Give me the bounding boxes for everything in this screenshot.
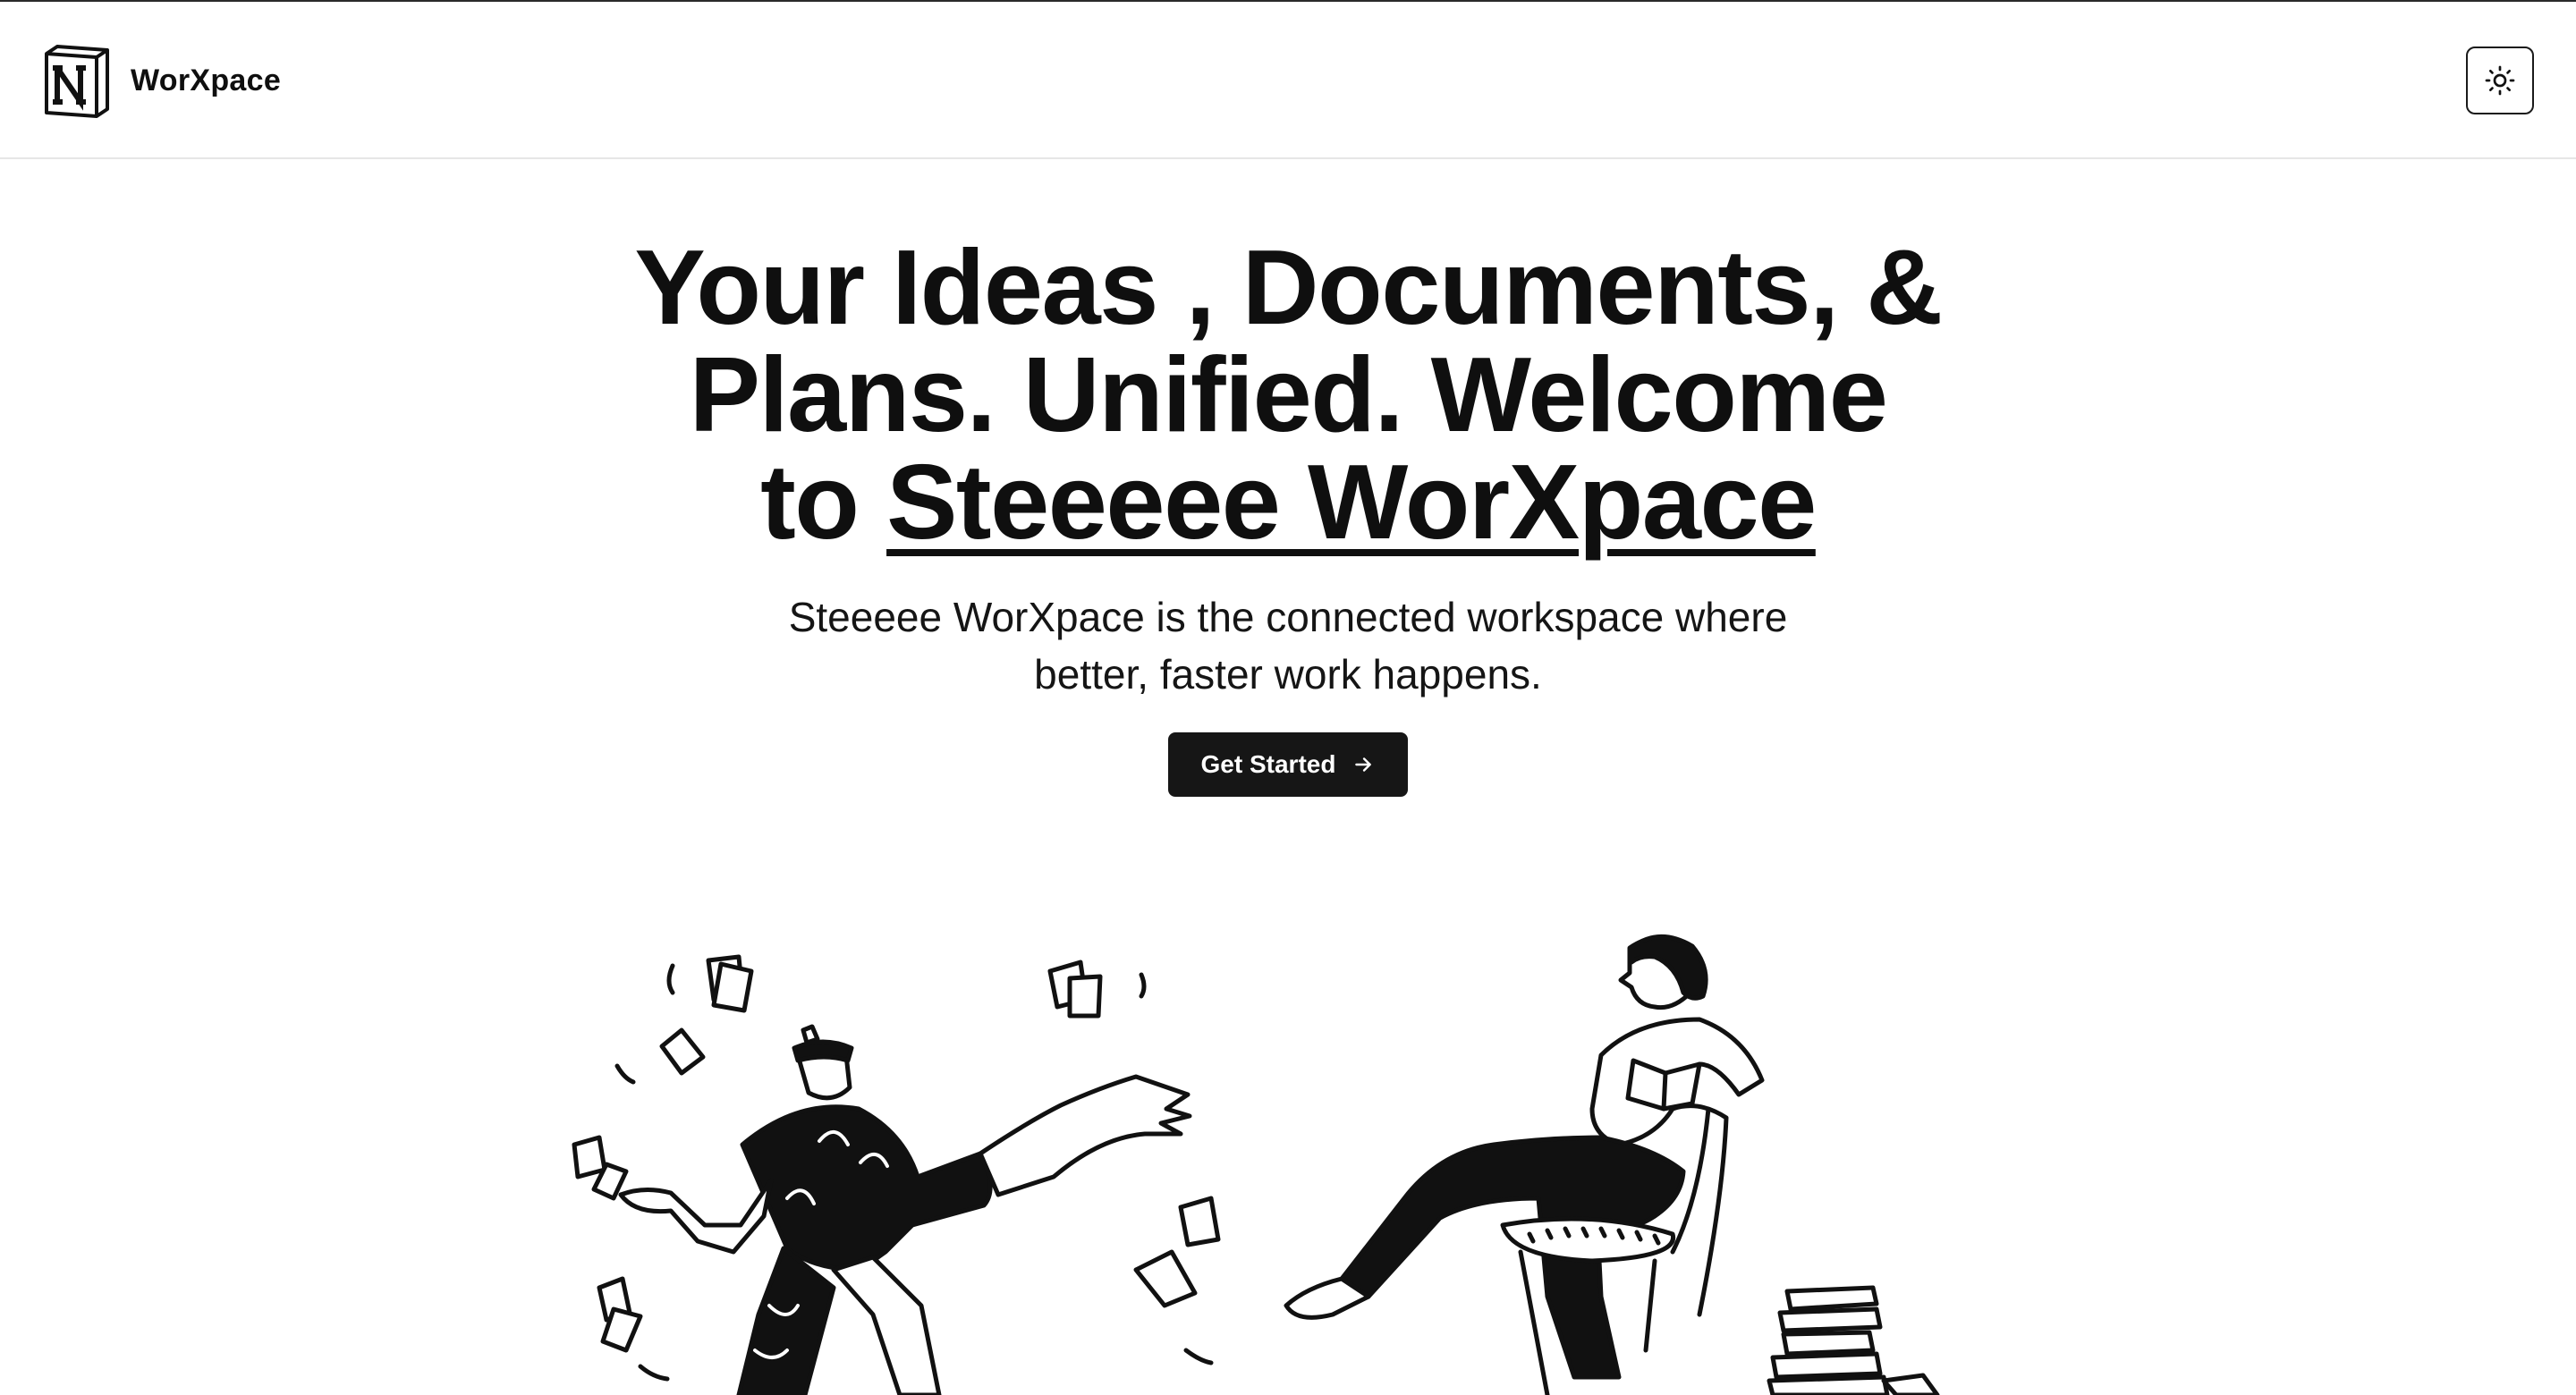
headline-brand: Steeeee WorXpace [886,443,1817,562]
navbar: WorXpace [0,2,2576,159]
person-reading-on-chair-illustration [1284,934,1940,1395]
arrow-right-icon [1355,757,1372,772]
theme-toggle-button[interactable] [2466,46,2534,114]
subheading-line-2: better, faster work happens. [1034,651,1542,698]
get-started-button[interactable]: Get Started [1168,732,1408,797]
brand-name: WorXpace [131,63,282,97]
person-juggling-papers-illustration [572,954,1221,1395]
headline-line-1: Your Ideas , Documents, & [634,228,1943,347]
hero-subheading: Steeeee WorXpace is the connected worksp… [617,588,1959,703]
notion-cube-logo-icon [45,45,109,118]
brand-link[interactable]: WorXpace [41,43,281,118]
headline-line-2: Plans. Unified. Welcome [689,335,1888,454]
subheading-line-1: Steeeee WorXpace is the connected worksp… [788,594,1788,640]
sun-icon [2485,65,2515,96]
headline-prefix: to [760,443,887,562]
get-started-label: Get Started [1200,750,1336,778]
hero-headline: Your Ideas , Documents, & Plans. Unified… [394,234,2182,556]
